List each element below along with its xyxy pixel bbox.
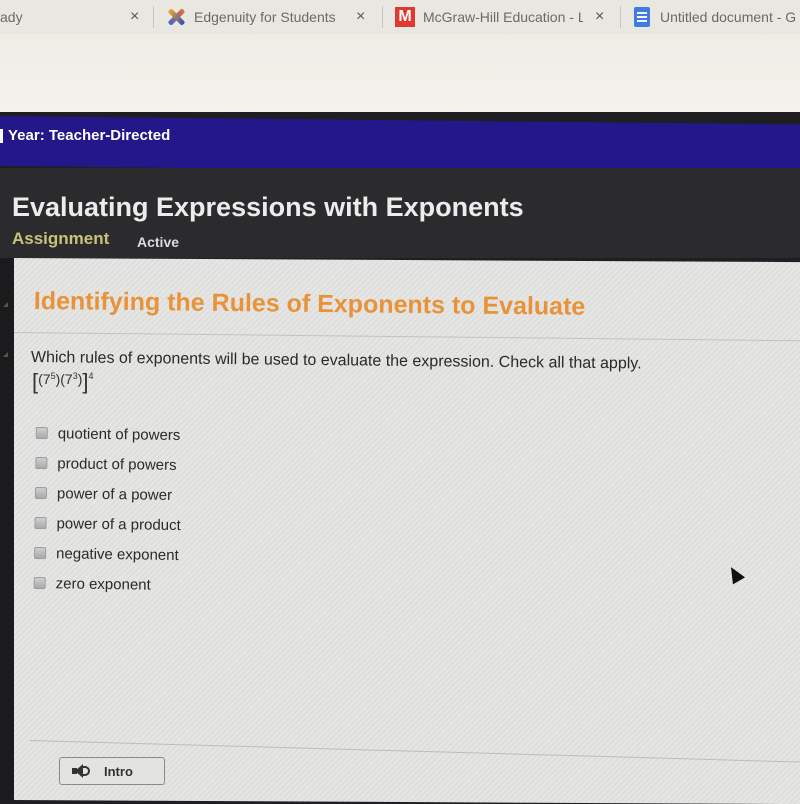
tab-title: Untitled document - G [660,9,797,25]
browser-toolbar [0,34,800,112]
tab-google-docs[interactable]: Untitled document - G [634,0,800,34]
option-product-of-powers[interactable]: product of powers [35,448,182,480]
tab-separator [153,6,154,28]
option-label: zero exponent [55,574,151,594]
option-power-of-a-product[interactable]: power of a product [34,508,181,540]
close-tab-icon[interactable]: × [595,8,604,26]
checkbox[interactable] [34,546,47,560]
math-expression: [ (7 5 ) (7 3 ) ] 4 [32,371,94,393]
google-docs-icon [634,7,650,27]
base-1: (7 [38,371,51,387]
mcgraw-hill-icon: M [395,7,415,27]
option-label: quotient of powers [57,424,181,444]
option-power-of-a-power[interactable]: power of a power [34,478,182,510]
page-title: Evaluating Expressions with Exponents [12,192,524,222]
checkbox[interactable] [33,576,46,590]
option-label: negative exponent [55,544,179,564]
edgenuity-logo-icon [166,7,186,27]
outer-exponent: 4 [88,371,94,381]
tab-title: ady [0,9,23,25]
tab-separator [620,6,621,28]
answer-options: quotient of powers product of powers pow… [33,418,182,600]
tab-partial[interactable]: ady × [0,0,150,34]
checkbox[interactable] [35,426,48,440]
tab-edgenuity[interactable]: Edgenuity for Students × [166,0,376,34]
option-negative-exponent[interactable]: negative exponent [34,538,181,570]
checkbox[interactable] [34,516,47,530]
intro-button[interactable]: Intro [59,757,165,785]
close-tab-icon[interactable]: × [356,8,365,26]
option-label: product of powers [57,454,177,474]
tab-mcgraw-hill[interactable]: M McGraw-Hill Education - L × [395,0,615,34]
option-zero-exponent[interactable]: zero exponent [33,568,180,600]
course-bar [0,116,800,175]
intro-label: Intro [104,763,133,779]
tab-title: McGraw-Hill Education - L [423,9,583,25]
browser-tab-bar: ady × Edgenuity for Students × M McGraw-… [0,0,800,34]
speaker-icon [72,763,92,779]
close-tab-icon[interactable]: × [130,8,139,26]
course-title: Year: Teacher-Directed [0,127,170,144]
base-2: (7 [60,371,73,387]
expand-arrow-icon[interactable] [3,352,8,357]
option-label: power of a product [56,514,181,534]
expand-arrow-icon[interactable] [3,302,8,307]
option-quotient-of-powers[interactable]: quotient of powers [35,418,183,450]
assignment-type-label: Assignment [12,229,110,248]
status-badge: Active [137,234,180,250]
option-label: power of a power [56,484,173,504]
left-rail [0,258,14,800]
checkbox[interactable] [34,486,48,500]
activity-title: Identifying the Rules of Exponents to Ev… [33,287,586,321]
checkbox[interactable] [35,456,48,470]
tab-separator [382,6,383,28]
tab-title: Edgenuity for Students [194,9,336,25]
